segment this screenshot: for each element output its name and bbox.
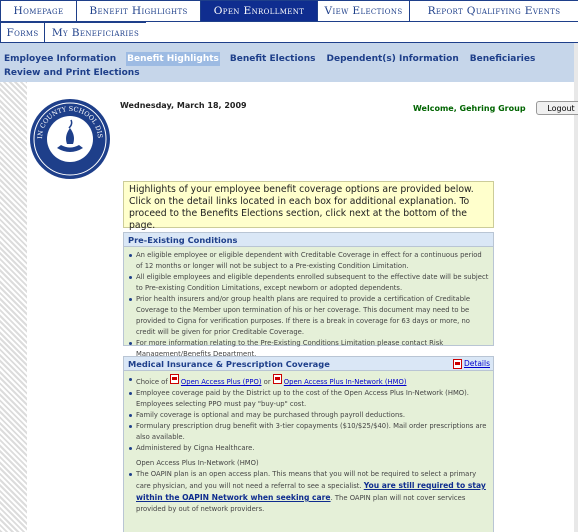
pdf-icon (452, 358, 462, 369)
pdf-icon (169, 374, 179, 384)
pre-existing-conditions-box: Pre-Existing Conditions An eligible empl… (123, 232, 494, 358)
list-item: Formulary prescription drug benefit with… (128, 421, 489, 443)
sub-navigation: Employee Information Benefit Highlights Be… (0, 43, 578, 82)
nav-tab-forms[interactable]: Forms (0, 22, 44, 42)
nav-tab-my-beneficiaries[interactable]: My Beneficiaries (44, 22, 146, 42)
intro-notice: Highlights of your employee benefit cove… (123, 181, 494, 231)
list-item: An eligible employee or eligible depende… (128, 250, 489, 272)
list-item: Choice of Open Access Plus (PPO) or Open… (128, 374, 489, 388)
top-nav-row-1: Homepage Benefit Highlights Open Enrollmen… (0, 0, 578, 22)
pdf-icon (272, 374, 282, 384)
top-nav-row-2: Forms My Beneficiaries (0, 22, 578, 43)
list-item: Employee coverage paid by the District u… (128, 388, 489, 410)
school-district-logo: MARTIN COUNTY SCHOOL DISTRICT (29, 98, 110, 179)
nav-tab-homepage[interactable]: Homepage (0, 0, 76, 21)
top-navigation: Homepage Benefit Highlights Open Enrollmen… (0, 0, 578, 43)
subnav-item-benefit-elections[interactable]: Benefit Elections (229, 52, 317, 66)
list-item: Administered by Cigna Healthcare. (128, 443, 489, 454)
plan-heading: Open Access Plus In-Network (HMO) (136, 459, 259, 467)
medical-list: Choice of Open Access Plus (PPO) or Open… (124, 371, 493, 515)
subnav-item-benefit-highlights[interactable]: Benefit Highlights (126, 52, 220, 66)
hmo-plan-link[interactable]: Open Access Plus In-Network (HMO) (284, 378, 407, 386)
vertical-scrollbar[interactable] (574, 43, 578, 532)
medical-header: Medical Insurance & Prescription Coverag… (124, 357, 493, 371)
subnav-item-dependent-s-information[interactable]: Dependent(s) Information (326, 52, 460, 66)
list-item: Family coverage is optional and may be p… (128, 410, 489, 421)
medical-title: Medical Insurance & Prescription Coverag… (128, 358, 330, 369)
list-item: All eligible employees and eligible depe… (128, 272, 489, 294)
nav-tab-open-enrollment[interactable]: Open Enrollment (200, 0, 317, 21)
list-item: The OAPIN plan is an open access plan. T… (128, 469, 489, 515)
pre-existing-list: An eligible employee or eligible depende… (124, 247, 493, 360)
pre-existing-header: Pre-Existing Conditions (124, 233, 493, 247)
welcome-message: Welcome, Gehring Group (413, 104, 526, 113)
logout-button[interactable]: Logout (536, 101, 578, 115)
subnav-item-employee-information[interactable]: Employee Information (3, 52, 117, 66)
list-item: Prior health insurers and/or group healt… (128, 294, 489, 338)
pre-existing-title: Pre-Existing Conditions (128, 234, 238, 245)
medical-insurance-box: Medical Insurance & Prescription Coverag… (123, 356, 494, 532)
nav-tab-report-qualifying-events[interactable]: Report Qualifying Events (409, 0, 578, 21)
current-date: Wednesday, March 18, 2009 (120, 101, 247, 110)
subnav-item-review-and-print-elections[interactable]: Review and Print Elections (3, 66, 141, 80)
details-link[interactable]: Details (452, 358, 490, 369)
subnav-item-beneficiaries[interactable]: Beneficiaries (469, 52, 537, 66)
nav-tab-benefit-highlights[interactable]: Benefit Highlights (76, 0, 200, 21)
decorative-stripe (0, 82, 27, 532)
ppo-plan-link[interactable]: Open Access Plus (PPO) (181, 378, 262, 386)
nav-tab-view-elections[interactable]: View Elections (317, 0, 409, 21)
